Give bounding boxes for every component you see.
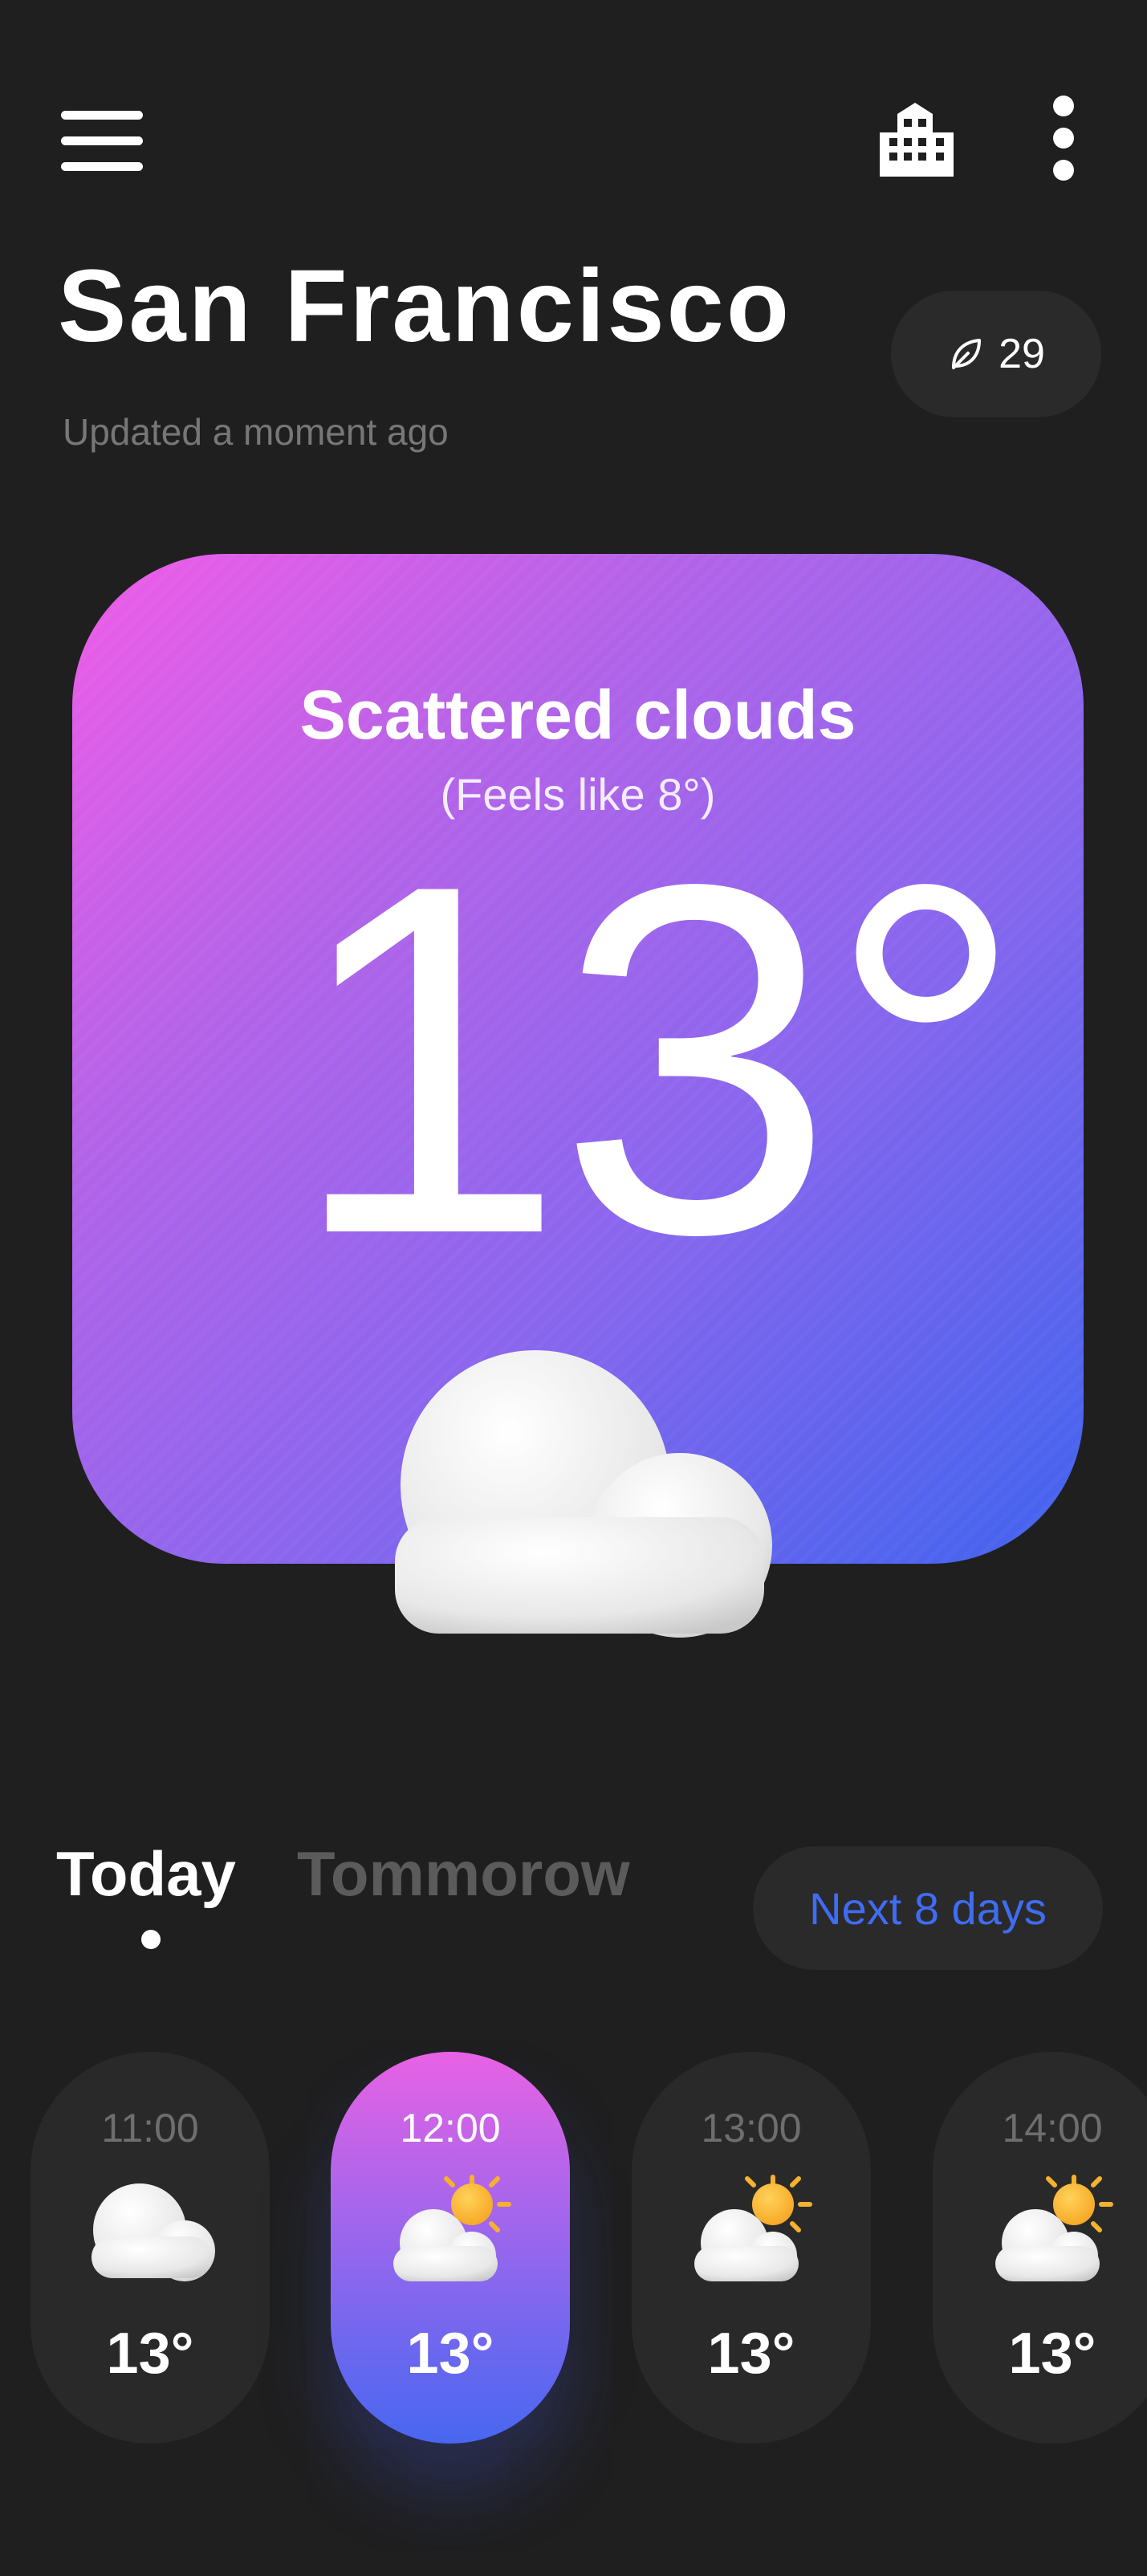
menu-button[interactable] [48,96,161,185]
hourly-card[interactable]: 13:00 13° [632,2052,871,2444]
more-vertical-icon [1053,96,1074,181]
hourly-card[interactable]: 14:00 13° [933,2052,1147,2444]
hour-time: 12:00 [400,2106,501,2151]
hamburger-menu-icon [61,110,143,120]
next-8-days-button[interactable]: Next 8 days [753,1846,1103,1970]
city-title: San Francisco [58,249,791,364]
partly-cloudy-sun-icon [694,2175,812,2281]
air-quality-badge[interactable]: 29 [891,291,1101,417]
cloud-icon [92,2183,215,2281]
air-quality-value: 29 [999,331,1045,377]
hamburger-menu-icon-line [61,136,143,145]
city-buildings-icon [880,103,954,177]
leaf-icon [952,339,982,369]
hour-time: 13:00 [701,2106,802,2151]
active-tab-indicator [141,1930,161,1949]
hour-temperature: 13° [106,2322,194,2386]
updated-status: Updated a moment ago [63,411,449,453]
hourly-card-selected[interactable]: 12:00 13° [331,2052,570,2444]
tab-tomorrow[interactable]: Tommorow [297,1842,630,1905]
weather-condition: Scattered clouds [299,677,856,754]
more-options-button[interactable] [1035,88,1092,189]
hour-temperature: 13° [707,2322,795,2386]
cloud-icon [395,1350,772,1638]
tab-today[interactable]: Today [56,1842,236,1905]
partly-cloudy-sun-icon [393,2175,511,2281]
partly-cloudy-sun-icon [995,2175,1113,2281]
hour-temperature: 13° [1008,2322,1096,2386]
hour-time: 14:00 [1002,2106,1103,2151]
city-buildings-button[interactable] [867,88,979,189]
hamburger-menu-icon-line [61,161,143,171]
hour-temperature: 13° [406,2322,494,2386]
hourly-card[interactable]: 11:00 13° [31,2052,270,2444]
current-temperature: 13° [289,782,1026,1337]
hour-time: 11:00 [101,2106,199,2151]
